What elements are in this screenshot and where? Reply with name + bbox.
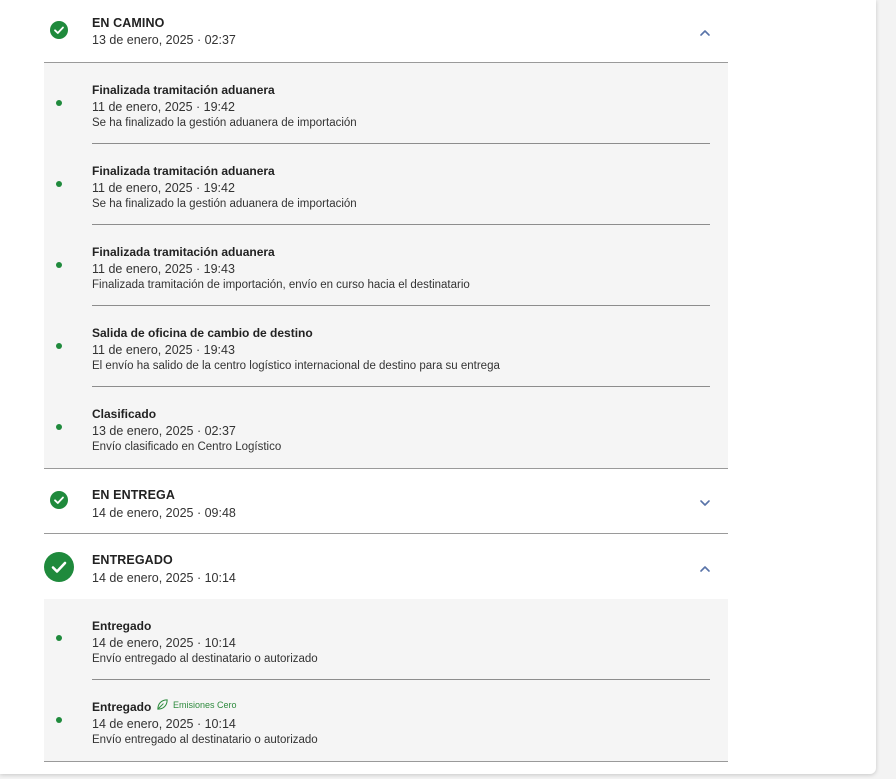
chevron-down-icon[interactable] xyxy=(699,495,711,506)
timeline-dot xyxy=(56,424,62,430)
stage-date: 14 de enero, 2025 · 09:48 xyxy=(92,506,236,520)
timeline-dot xyxy=(56,717,62,723)
timeline-dot xyxy=(56,100,62,106)
timeline-dot xyxy=(56,262,62,268)
stage-events-en-camino: Finalizada tramitación aduanera 11 de en… xyxy=(44,63,728,468)
chevron-up-icon[interactable] xyxy=(699,25,711,36)
timeline-dot xyxy=(56,635,62,641)
event-title: Clasificado xyxy=(92,407,157,421)
event-date: 14 de enero, 2025 · 10:14 xyxy=(92,717,236,731)
event-description: El envío ha salido de la centro logístic… xyxy=(92,360,500,372)
event-description: Se ha finalizado la gestión aduanera de … xyxy=(92,198,357,210)
list-item: Finalizada tramitación aduanera 11 de en… xyxy=(44,144,728,225)
event-title: Salida de oficina de cambio de destino xyxy=(92,326,313,340)
stage-header-en-entrega[interactable]: EN ENTREGA 14 de enero, 2025 · 09:48 xyxy=(44,469,728,534)
stage-header-en-camino[interactable]: EN CAMINO 13 de enero, 2025 · 02:37 xyxy=(44,0,728,63)
event-description: Envío clasificado en Centro Logístico xyxy=(92,441,282,453)
list-item: Finalizada tramitación aduanera 11 de en… xyxy=(44,225,728,306)
list-item: Clasificado 13 de enero, 2025 · 02:37 En… xyxy=(44,387,728,468)
timeline-dot xyxy=(56,343,62,349)
list-item: Entregado Emisiones Cero 14 de enero, 20… xyxy=(44,680,728,761)
event-date: 11 de enero, 2025 · 19:42 xyxy=(92,181,235,195)
check-icon xyxy=(44,552,74,582)
timeline-dot xyxy=(56,181,62,187)
event-description: Finalizada tramitación de importación, e… xyxy=(92,279,470,291)
stage-title: EN CAMINO xyxy=(92,16,165,30)
stage-events-entregado: Entregado 14 de enero, 2025 · 10:14 Enví… xyxy=(44,599,728,761)
check-icon xyxy=(50,21,68,39)
event-date: 13 de enero, 2025 · 02:37 xyxy=(92,424,236,438)
divider xyxy=(44,761,728,762)
emission-badge: Emisiones Cero xyxy=(173,700,237,710)
event-title: Entregado xyxy=(92,700,152,714)
event-title: Entregado xyxy=(92,619,152,633)
event-description: Se ha finalizado la gestión aduanera de … xyxy=(92,117,357,129)
check-icon xyxy=(50,491,68,509)
leaf-icon xyxy=(157,699,168,710)
chevron-up-icon[interactable] xyxy=(699,561,711,572)
list-item: Entregado 14 de enero, 2025 · 10:14 Enví… xyxy=(44,599,728,680)
event-description: Envío entregado al destinatario o autori… xyxy=(92,653,318,665)
stage-title: EN ENTREGA xyxy=(92,488,175,502)
event-date: 11 de enero, 2025 · 19:43 xyxy=(92,343,235,357)
event-date: 11 de enero, 2025 · 19:42 xyxy=(92,100,235,114)
list-item: Salida de oficina de cambio de destino 1… xyxy=(44,306,728,387)
event-description: Envío entregado al destinatario o autori… xyxy=(92,734,318,746)
list-item: Finalizada tramitación aduanera 11 de en… xyxy=(44,63,728,144)
event-title: Finalizada tramitación aduanera xyxy=(92,83,275,97)
event-date: 11 de enero, 2025 · 19:43 xyxy=(92,262,235,276)
stage-date: 13 de enero, 2025 · 02:37 xyxy=(92,33,236,47)
event-title: Finalizada tramitación aduanera xyxy=(92,164,275,178)
stage-title: ENTREGADO xyxy=(92,553,173,567)
stage-date: 14 de enero, 2025 · 10:14 xyxy=(92,571,236,585)
tracking-card: EN CAMINO 13 de enero, 2025 · 02:37 Fina… xyxy=(0,0,876,774)
event-title: Finalizada tramitación aduanera xyxy=(92,245,275,259)
event-date: 14 de enero, 2025 · 10:14 xyxy=(92,636,236,650)
stage-header-entregado[interactable]: ENTREGADO 14 de enero, 2025 · 10:14 xyxy=(44,534,728,599)
